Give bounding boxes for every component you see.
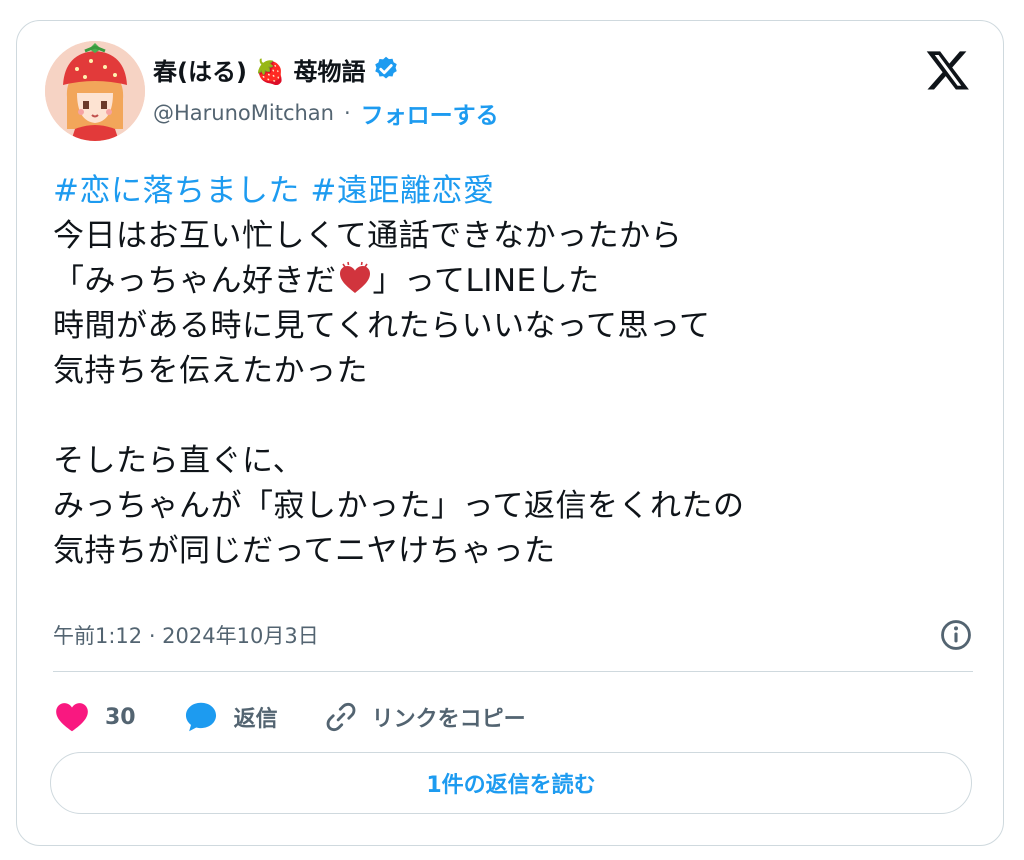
tweet-text: #恋に落ちました #遠距離恋愛 今日はお互い忙しくて通話できなかったから 「みっ… (53, 169, 973, 574)
copy-link-label: リンクをコピー (371, 707, 526, 732)
text-line: 「みっちゃん好きだ 」ってLINEした (53, 259, 973, 304)
verified-badge-icon (374, 56, 397, 79)
reply-bubble-icon (185, 702, 216, 732)
hashtag-link[interactable]: #恋に落ちました (53, 173, 300, 209)
x-logo-icon[interactable] (925, 47, 971, 93)
like-button[interactable]: 30 (53, 698, 136, 736)
heart-icon (56, 703, 88, 732)
follow-button[interactable]: フォローする (361, 96, 499, 130)
beating-heart-icon (339, 261, 370, 293)
read-replies-label: 1件の返信を読む (426, 773, 596, 798)
text-line: みっちゃんが「寂しかった」って返信をくれたの (53, 488, 745, 524)
text-fragment: 」ってLINEした (372, 263, 600, 299)
avatar[interactable] (45, 41, 145, 141)
reply-button[interactable]: 返信 (182, 698, 278, 736)
separator-dot: · (343, 101, 351, 125)
author-name-row: 春(はる) 🍓 苺物語 (153, 49, 400, 89)
divider (53, 671, 973, 672)
like-count: 30 (105, 704, 136, 730)
strawberry-girl-avatar (45, 41, 145, 141)
copy-link-button[interactable]: リンクをコピー (324, 700, 526, 734)
text-line: 今日はお互い忙しくて通話できなかったから (53, 218, 683, 254)
text-fragment: 「みっちゃん好きだ (53, 263, 337, 299)
info-icon[interactable] (939, 618, 973, 652)
action-bar: 30 返信 リンクをコピー (53, 693, 572, 741)
tweet-card: 春(はる) 🍓 苺物語 @HarunoMitchan · フォローする #恋に落… (16, 20, 1004, 846)
author-display-name[interactable]: 春(はる) 🍓 苺物語 (153, 52, 366, 87)
text-line: 気持ちを伝えたかった (53, 353, 368, 389)
timestamp[interactable]: 午前1:12 · 2024年10月3日 (53, 620, 319, 650)
text-line: 時間がある時に見てくれたらいいなって思って (53, 308, 711, 344)
hashtag-link[interactable]: #遠距離恋愛 (310, 173, 494, 209)
author-handle-row: @HarunoMitchan · フォローする (153, 95, 499, 131)
hashtag-line: #恋に落ちました #遠距離恋愛 (53, 169, 973, 214)
text-line: そしたら直ぐに、 (53, 443, 305, 479)
reply-label: 返信 (233, 707, 278, 732)
text-line: 気持ちが同じだってニヤけちゃった (53, 533, 556, 569)
read-replies-button[interactable]: 1件の返信を読む (50, 752, 972, 814)
author-handle[interactable]: @HarunoMitchan (153, 101, 334, 125)
link-icon (326, 702, 356, 732)
tweet-meta: 午前1:12 · 2024年10月3日 (53, 615, 973, 655)
